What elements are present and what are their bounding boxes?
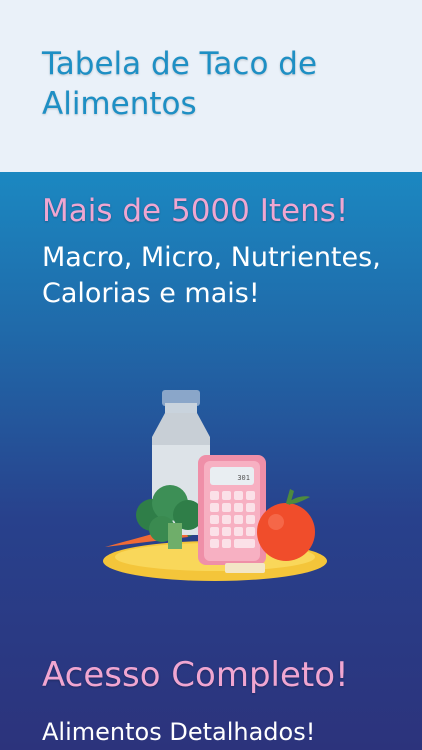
header-banner: Tabela de Taco de Alimentos <box>0 0 422 172</box>
feature-text-detailed: Alimentos Detalhados! <box>42 718 316 746</box>
nutrition-illustration: 301 <box>103 390 327 581</box>
app-title: Tabela de Taco de Alimentos <box>42 46 318 122</box>
svg-text:301: 301 <box>237 474 250 482</box>
feature-heading-access: Acesso Completo! <box>42 655 349 695</box>
calculator-icon: 301 <box>198 455 266 565</box>
feature-heading-items: Mais de 5000 Itens! <box>42 193 349 229</box>
note-paper-icon <box>225 563 265 573</box>
feature-text-nutrients: Macro, Micro, Nutrientes, Calorias e mai… <box>42 242 381 309</box>
